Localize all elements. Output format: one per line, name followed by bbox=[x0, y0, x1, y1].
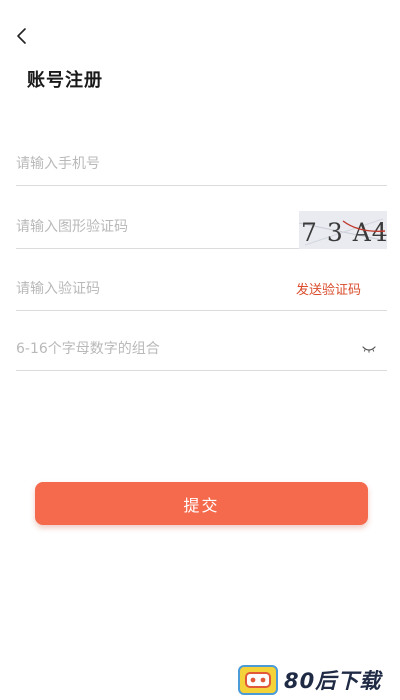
submit-button[interactable]: 提交 bbox=[35, 482, 368, 525]
captcha-graphic: 7 3 A4 bbox=[299, 211, 387, 249]
phone-input[interactable] bbox=[16, 142, 387, 185]
captcha-field: 7 3 A4 bbox=[16, 205, 387, 249]
page-title: 账号注册 bbox=[27, 70, 103, 91]
captcha-image[interactable]: 7 3 A4 bbox=[299, 211, 387, 249]
send-code-button[interactable]: 发送验证码 bbox=[296, 279, 361, 298]
eye-closed-icon[interactable] bbox=[361, 343, 377, 355]
watermark-text: 80后下载 bbox=[284, 669, 382, 693]
phone-field bbox=[16, 142, 387, 186]
robot-logo-icon bbox=[238, 665, 278, 695]
chevron-left-icon bbox=[17, 28, 26, 44]
watermark: 80后下载 bbox=[238, 663, 398, 697]
sms-code-field: 发送验证码 bbox=[16, 267, 387, 311]
register-screen: 账号注册 7 3 A4 发送验证码 bbox=[0, 0, 400, 700]
sms-code-input[interactable] bbox=[16, 267, 296, 310]
back-button[interactable] bbox=[10, 24, 34, 48]
password-field bbox=[16, 327, 387, 371]
password-input[interactable] bbox=[16, 327, 361, 370]
